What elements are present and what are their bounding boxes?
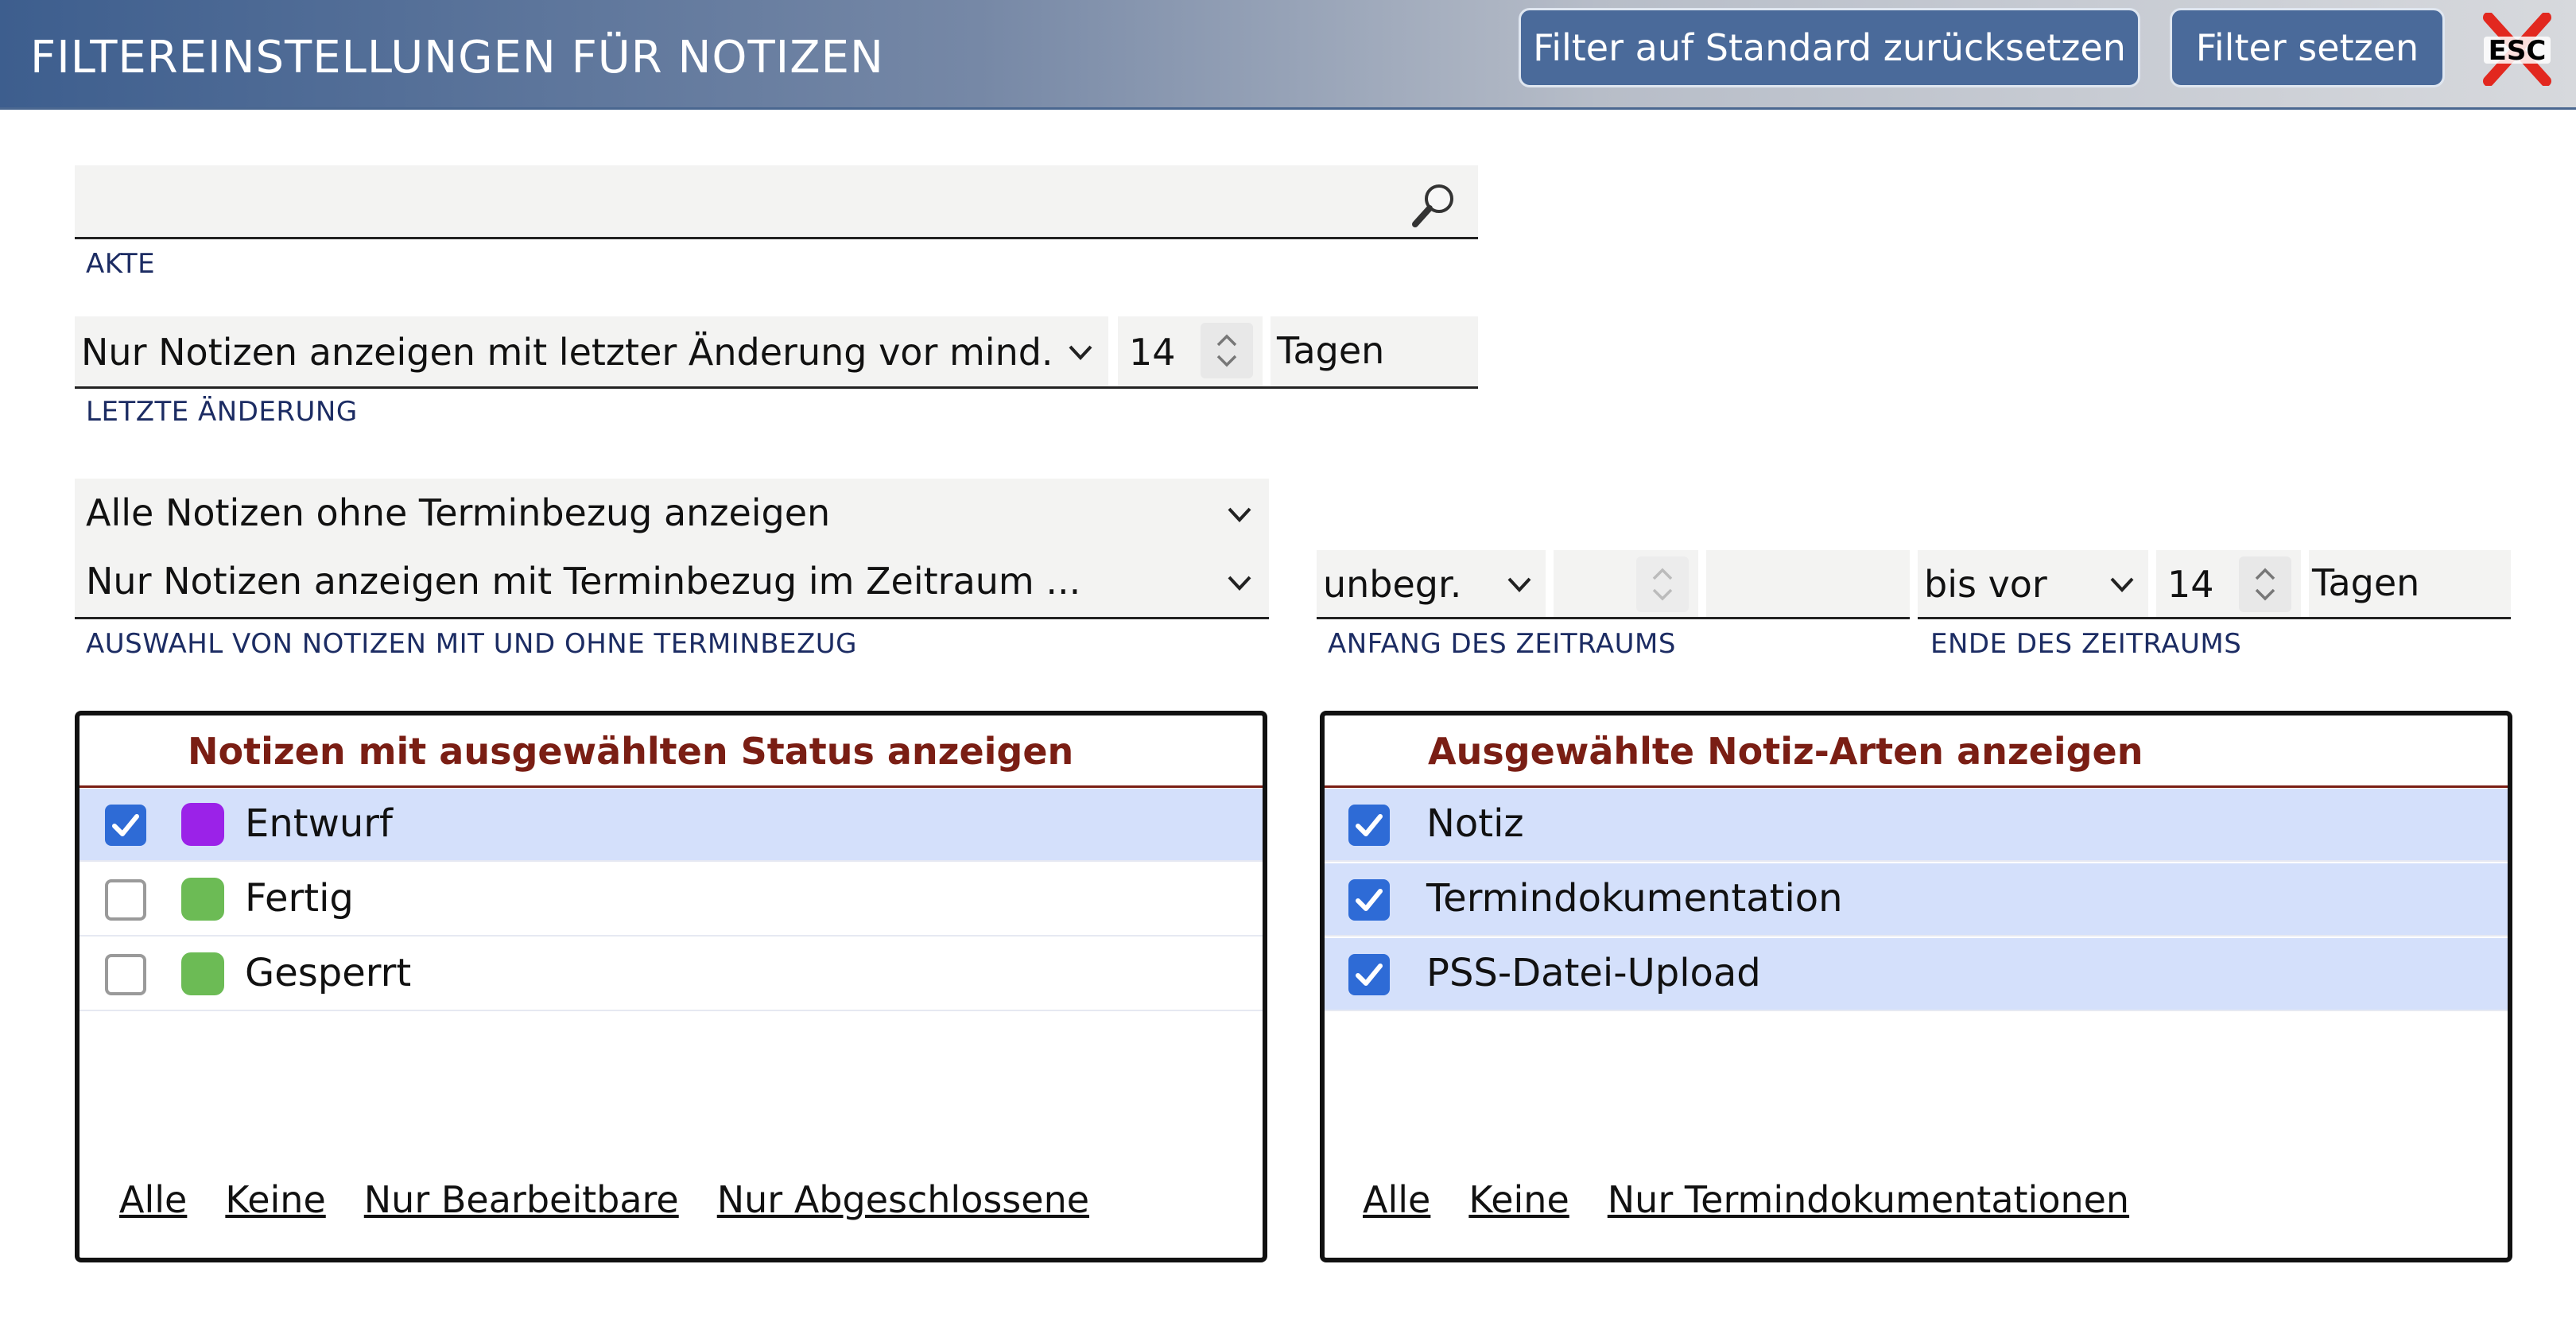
status-panel-title: Notizen mit ausgewählten Status anzeigen xyxy=(188,730,1074,773)
status-panel-divider xyxy=(80,785,1263,788)
terminbezug-option-mit[interactable]: Nur Notizen anzeigen mit Terminbezug im … xyxy=(75,549,1269,619)
chevron-down-icon xyxy=(1228,576,1251,591)
art-checkbox-termindokumentation[interactable] xyxy=(1348,879,1390,921)
status-color-swatch xyxy=(181,803,224,846)
art-label-notiz: Notiz xyxy=(1426,801,1524,846)
close-esc-button[interactable]: ESC xyxy=(2481,13,2554,86)
zeitraum-ende-underline xyxy=(1918,617,2511,619)
dialog-header: FILTEREINSTELLUNGEN FÜR NOTIZEN Filter a… xyxy=(0,0,2576,110)
letzte-aenderung-days-value: 14 xyxy=(1129,331,1176,374)
arten-panel: Ausgewählte Notiz-Arten anzeigen Notiz T… xyxy=(1320,711,2512,1262)
checkmark-icon xyxy=(1356,814,1383,836)
chevron-down-icon xyxy=(2110,577,2134,592)
status-color-swatch xyxy=(181,952,224,995)
chevron-down-icon xyxy=(1507,577,1531,592)
spinner-arrows-icon xyxy=(2255,568,2275,601)
arten-panel-title: Ausgewählte Notiz-Arten anzeigen xyxy=(1428,730,2143,773)
zeitraum-ende-caption: ENDE DES ZEITRAUMS xyxy=(1930,628,2242,660)
zeitraum-anfang-unit xyxy=(1706,550,1910,619)
status-panel: Notizen mit ausgewählten Status anzeigen… xyxy=(75,711,1267,1262)
status-link-alle[interactable]: Alle xyxy=(119,1178,187,1221)
days-spinner[interactable] xyxy=(1201,323,1253,378)
checkmark-icon xyxy=(1356,964,1383,986)
art-label-pss-datei-upload: PSS-Datei-Upload xyxy=(1426,951,1761,995)
letzte-aenderung-days-stepper[interactable]: 14 xyxy=(1118,316,1263,386)
status-label-gesperrt: Gesperrt xyxy=(245,951,412,995)
ende-spinner[interactable] xyxy=(2239,556,2291,612)
terminbezug-caption: AUSWAHL VON NOTIZEN MIT UND OHNE TERMINB… xyxy=(86,628,858,660)
search-icon[interactable] xyxy=(1409,180,1460,231)
chevron-down-icon xyxy=(1069,345,1092,360)
zeitraum-ende-select-value: bis vor xyxy=(1924,563,2047,606)
status-checkbox-entwurf[interactable] xyxy=(105,805,146,846)
art-row-termindokumentation[interactable]: Termindokumentation xyxy=(1325,863,2508,937)
reset-filter-button[interactable]: Filter auf Standard zurücksetzen xyxy=(1519,8,2140,87)
art-checkbox-pss-datei-upload[interactable] xyxy=(1348,954,1390,995)
zeitraum-anfang-caption: ANFANG DES ZEITRAUMS xyxy=(1328,628,1676,660)
status-label-fertig: Fertig xyxy=(245,876,354,921)
letzte-aenderung-unit-label: Tagen xyxy=(1277,329,1385,372)
letzte-aenderung-unit: Tagen xyxy=(1271,316,1478,386)
art-row-notiz[interactable]: Notiz xyxy=(1325,789,2508,862)
akte-underline xyxy=(75,237,1478,239)
status-checkbox-fertig[interactable] xyxy=(105,879,146,921)
set-filter-button[interactable]: Filter setzen xyxy=(2170,8,2445,87)
anfang-spinner[interactable] xyxy=(1636,556,1689,612)
status-color-swatch xyxy=(181,878,224,921)
zeitraum-ende-unit: Tagen xyxy=(2309,550,2511,619)
arten-link-keine[interactable]: Keine xyxy=(1468,1178,1569,1221)
zeitraum-anfang-select-value: unbegr. xyxy=(1323,563,1462,606)
zeitraum-ende-select[interactable]: bis vor xyxy=(1918,550,2148,619)
arten-quick-links: Alle Keine Nur Termindokumentationen xyxy=(1363,1178,2167,1221)
akte-caption: AKTE xyxy=(86,248,156,280)
esc-label: ESC xyxy=(2488,35,2547,67)
chevron-down-icon xyxy=(1228,507,1251,522)
terminbezug-underline xyxy=(75,617,1269,619)
status-row-fertig[interactable]: Fertig xyxy=(80,863,1263,937)
status-link-bearbeitbare[interactable]: Nur Bearbeitbare xyxy=(364,1178,679,1221)
zeitraum-anfang-select[interactable]: unbegr. xyxy=(1317,550,1546,619)
status-link-keine[interactable]: Keine xyxy=(225,1178,325,1221)
zeitraum-anfang-underline xyxy=(1317,617,1910,619)
arten-panel-divider xyxy=(1325,785,2508,788)
spinner-arrows-icon xyxy=(1216,334,1237,367)
arten-link-alle[interactable]: Alle xyxy=(1363,1178,1430,1221)
status-row-entwurf[interactable]: Entwurf xyxy=(80,789,1263,862)
art-row-pss-datei-upload[interactable]: PSS-Datei-Upload xyxy=(1325,938,2508,1011)
letzte-aenderung-caption: LETZTE ÄNDERUNG xyxy=(86,396,358,428)
status-quick-links: Alle Keine Nur Bearbeitbare Nur Abgeschloss… xyxy=(119,1178,1127,1221)
terminbezug-option-ohne[interactable]: Alle Notizen ohne Terminbezug anzeigen xyxy=(75,479,1269,549)
letzte-aenderung-select[interactable]: Nur Notizen anzeigen mit letzter Änderun… xyxy=(75,316,1108,386)
terminbezug-select[interactable]: Alle Notizen ohne Terminbezug anzeigen N… xyxy=(75,479,1269,619)
dialog-title: FILTEREINSTELLUNGEN FÜR NOTIZEN xyxy=(30,32,884,83)
zeitraum-anfang-number-stepper[interactable] xyxy=(1554,550,1698,619)
terminbezug-option-ohne-label: Alle Notizen ohne Terminbezug anzeigen xyxy=(86,491,831,534)
zeitraum-ende-number-stepper[interactable]: 14 xyxy=(2156,550,2301,619)
spinner-arrows-icon xyxy=(1652,568,1673,601)
akte-search-input[interactable] xyxy=(75,165,1478,238)
checkmark-icon xyxy=(112,814,139,836)
status-link-abgeschlossene[interactable]: Nur Abgeschlossene xyxy=(717,1178,1089,1221)
art-label-termindokumentation: Termindokumentation xyxy=(1426,876,1843,921)
letzte-aenderung-select-value: Nur Notizen anzeigen mit letzter Änderun… xyxy=(81,331,1053,374)
letzte-aenderung-underline xyxy=(75,386,1478,389)
art-checkbox-notiz[interactable] xyxy=(1348,805,1390,846)
status-row-gesperrt[interactable]: Gesperrt xyxy=(80,938,1263,1011)
status-label-entwurf: Entwurf xyxy=(245,801,393,846)
status-checkbox-gesperrt[interactable] xyxy=(105,954,146,995)
zeitraum-ende-number-value: 14 xyxy=(2167,563,2214,606)
arten-link-termindokumentationen[interactable]: Nur Termindokumentationen xyxy=(1608,1178,2129,1221)
zeitraum-ende-unit-label: Tagen xyxy=(2312,561,2420,604)
checkmark-icon xyxy=(1356,889,1383,911)
terminbezug-option-mit-label: Nur Notizen anzeigen mit Terminbezug im … xyxy=(86,560,1081,603)
